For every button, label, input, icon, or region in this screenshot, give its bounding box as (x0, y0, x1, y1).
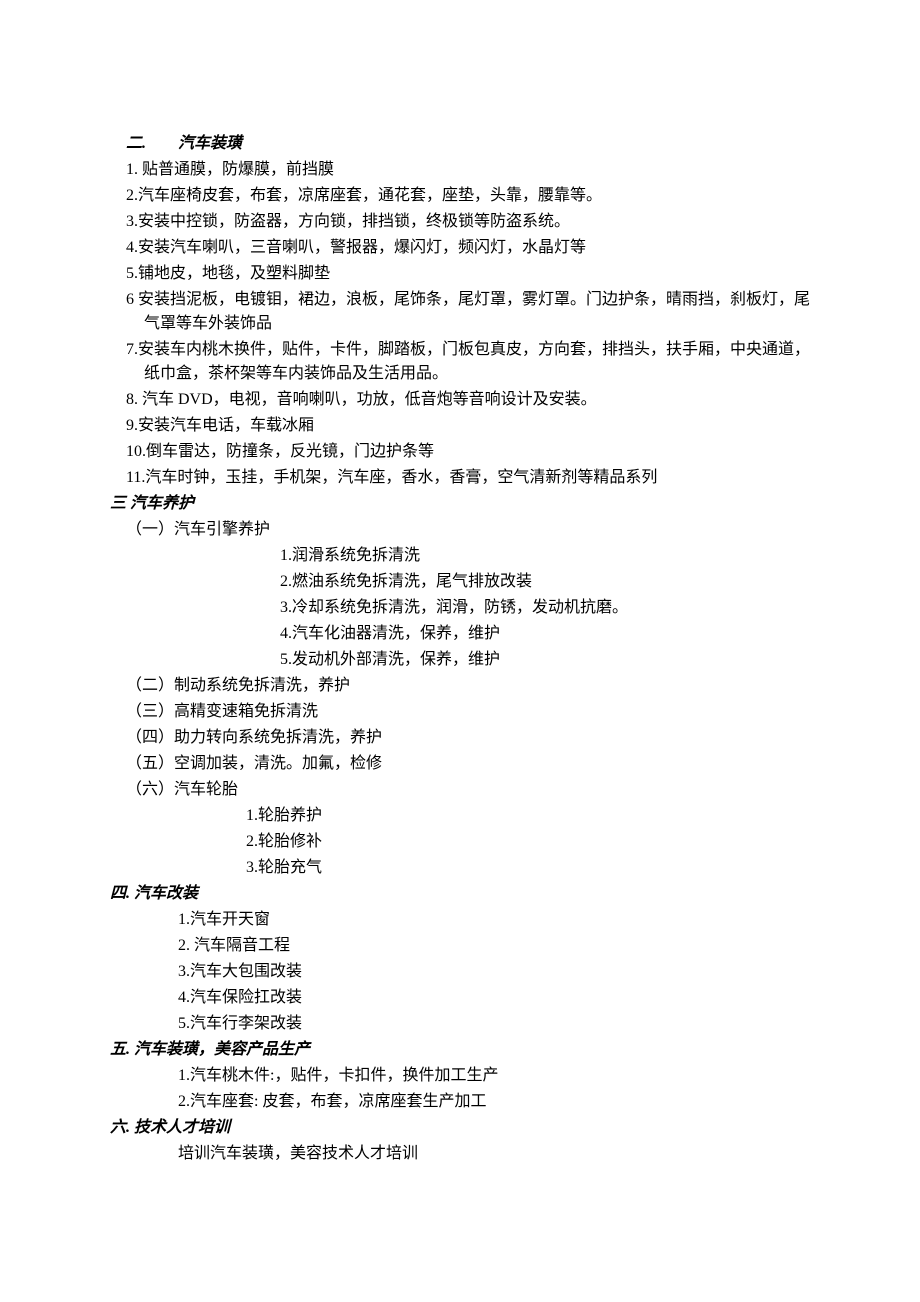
section-3-sub-6-item: 1.轮胎养护 (246, 804, 810, 828)
section-3-heading: 三 汽车养护 (110, 492, 810, 516)
section-4-heading: 四. 汽车改装 (110, 882, 810, 906)
section-3-sub-6-item: 3.轮胎充气 (246, 856, 810, 880)
section-4-item: 2. 汽车隔音工程 (178, 934, 810, 958)
section-3-sub-6-item: 2.轮胎修补 (246, 830, 810, 854)
section-4-item: 5.汽车行李架改装 (178, 1012, 810, 1036)
section-3-sub-1-item: 3.冷却系统免拆清洗，润滑，防锈，发动机抗磨。 (280, 596, 810, 620)
section-3-sub-5: （五）空调加装，清洗。加氟，检修 (126, 752, 810, 776)
section-3-sub-6-title: （六）汽车轮胎 (126, 778, 810, 802)
section-6-body: 培训汽车装璜，美容技术人才培训 (178, 1142, 810, 1166)
section-3-sub-1-item: 4.汽车化油器清洗，保养，维护 (280, 622, 810, 646)
section-2-item: 8. 汽车 DVD，电视，音响喇叭，功放，低音炮等音响设计及安装。 (126, 388, 810, 412)
section-5-item: 2.汽车座套: 皮套，布套，凉席座套生产加工 (178, 1090, 810, 1114)
section-2-item: 5.铺地皮，地毯，及塑料脚垫 (126, 262, 810, 286)
section-3-sub-1-item: 2.燃油系统免拆清洗，尾气排放改装 (280, 570, 810, 594)
section-4-item: 1.汽车开天窗 (178, 908, 810, 932)
section-4-item: 4.汽车保险扛改装 (178, 986, 810, 1010)
section-6-heading: 六. 技术人才培训 (110, 1116, 810, 1140)
section-3-sub-3: （三）高精变速箱免拆清洗 (126, 700, 810, 724)
section-2-item: 3.安装中控锁，防盗器，方向锁，排挡锁，终极锁等防盗系统。 (126, 210, 810, 234)
section-3-sub-1-title: （一）汽车引擎养护 (126, 518, 810, 542)
section-3-sub-4: （四）助力转向系统免拆清洗，养护 (126, 726, 810, 750)
section-5-item: 1.汽车桃木件:，贴件，卡扣件，换件加工生产 (178, 1064, 810, 1088)
section-2-item: 2.汽车座椅皮套，布套，凉席座套，通花套，座垫，头靠，腰靠等。 (126, 184, 810, 208)
section-2-item: 9.安装汽车电话，车载冰厢 (126, 414, 810, 438)
section-3-sub-1-item: 5.发动机外部清洗，保养，维护 (280, 648, 810, 672)
section-4-item: 3.汽车大包围改装 (178, 960, 810, 984)
section-2-item: 1. 贴普通膜，防爆膜，前挡膜 (126, 158, 810, 182)
section-2-item: 7.安装车内桃木换件，贴件，卡件，脚踏板，门板包真皮，方向套，排挡头，扶手厢，中… (144, 338, 810, 386)
section-2-item: 10.倒车雷达，防撞条，反光镜，门边护条等 (126, 440, 810, 464)
section-2-item: 11.汽车时钟，玉挂，手机架，汽车座，香水，香膏，空气清新剂等精品系列 (126, 466, 810, 490)
section-3-sub-2: （二）制动系统免拆清洗，养护 (126, 674, 810, 698)
section-5-heading: 五. 汽车装璜，美容产品生产 (110, 1038, 810, 1062)
section-2-heading: 二. 汽车装璜 (126, 132, 810, 156)
section-2-item: 6 安装挡泥板，电镀钼，裙边，浪板，尾饰条，尾灯罩，雾灯罩。门边护条，晴雨挡，刹… (144, 288, 810, 336)
section-2-item: 4.安装汽车喇叭，三音喇叭，警报器，爆闪灯，频闪灯，水晶灯等 (126, 236, 810, 260)
section-3-sub-1-item: 1.润滑系统免拆清洗 (280, 544, 810, 568)
